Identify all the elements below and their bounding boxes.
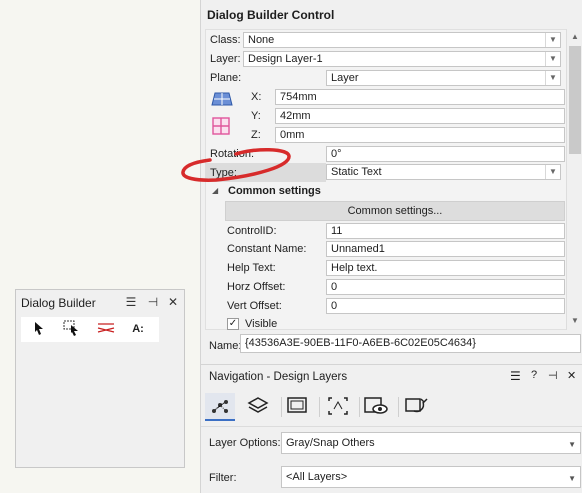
help-icon[interactable]: ? — [531, 369, 537, 381]
type-value: Static Text — [331, 166, 382, 178]
layer-dropdown[interactable]: Design Layer-1 ▼ — [243, 51, 561, 67]
class-value: None — [248, 34, 275, 46]
divider — [201, 364, 582, 365]
chevron-down-icon: ▼ — [545, 165, 560, 179]
divider — [398, 397, 399, 417]
horz-offset-field[interactable]: 0 — [326, 279, 565, 295]
dbc-title: Dialog Builder Control — [207, 8, 335, 22]
tab-connections[interactable] — [205, 393, 235, 421]
constant-name-field[interactable]: Unnamed1 — [326, 241, 565, 257]
vert-offset-label: Vert Offset: — [227, 300, 282, 312]
layer-options-dropdown[interactable]: Gray/Snap Others ▼ — [281, 432, 581, 454]
mouse-select-tool-icon[interactable] — [61, 320, 83, 339]
divider — [359, 397, 360, 417]
navigation-title: Navigation - Design Layers — [209, 371, 348, 383]
class-label: Class: — [210, 34, 241, 46]
close-icon[interactable]: ✕ — [567, 369, 576, 382]
text-tool-icon[interactable]: A: — [127, 320, 149, 339]
name-label: Name: — [209, 340, 242, 352]
tool-strip: A: — [21, 317, 159, 342]
plane-label: Plane: — [210, 72, 242, 84]
properties-scrollbar[interactable]: ▲ ▼ — [566, 29, 582, 330]
line-tool-icon[interactable] — [95, 320, 117, 339]
scroll-thumb[interactable] — [569, 46, 581, 154]
chevron-down-icon: ▼ — [545, 33, 560, 47]
chevron-down-icon: ▼ — [545, 71, 560, 85]
name-field[interactable]: {43536A3E-90EB-11F0-A6EB-6C02E05C4634} — [240, 334, 581, 353]
pointer-tool-icon[interactable] — [29, 320, 51, 339]
divider — [319, 397, 320, 417]
x-field[interactable]: 754mm — [275, 89, 565, 105]
visible-checkbox[interactable]: ✓ — [227, 318, 239, 330]
plane-value: Layer — [331, 72, 359, 84]
x-label: X: — [251, 91, 262, 103]
controlid-label: ControlID: — [227, 225, 277, 237]
controlid-field[interactable]: 11 — [326, 223, 565, 239]
y-label: Y: — [251, 110, 261, 122]
z-label: Z: — [251, 129, 261, 141]
red-annotation-mark — [181, 148, 291, 182]
right-panel: Dialog Builder Control Class: None ▼ Lay… — [200, 0, 582, 493]
filter-label: Filter: — [209, 472, 237, 484]
common-settings-button[interactable]: Common settings... — [225, 201, 565, 221]
dialog-builder-palette: Dialog Builder ☰ ⊣ ✕ A: — [15, 289, 185, 468]
refresh-icon[interactable] — [404, 396, 428, 419]
layer-label: Layer: — [210, 53, 241, 65]
visibility-icon[interactable] — [364, 396, 388, 419]
close-icon[interactable]: ✕ — [166, 295, 180, 309]
plane-dropdown[interactable]: Layer ▼ — [326, 70, 561, 86]
type-dropdown[interactable]: Static Text ▼ — [326, 164, 561, 180]
visible-label: Visible — [245, 318, 278, 330]
menu-icon[interactable]: ☰ — [124, 295, 138, 309]
help-text-label: Help Text: — [227, 262, 276, 274]
constant-name-label: Constant Name: — [227, 243, 307, 255]
connections-icon — [212, 400, 228, 413]
chevron-down-icon: ▼ — [568, 474, 576, 483]
layer-value: Design Layer-1 — [248, 53, 323, 65]
sheet-icon[interactable] — [286, 396, 308, 419]
help-text-field[interactable]: Help text. — [326, 260, 565, 276]
position-grid-icon[interactable] — [212, 117, 230, 138]
horz-offset-label: Horz Offset: — [227, 281, 286, 293]
pin-icon[interactable]: ⊣ — [146, 295, 160, 309]
divider — [281, 397, 282, 417]
y-field[interactable]: 42mm — [275, 108, 565, 124]
crop-icon[interactable] — [327, 396, 349, 419]
plane-view-icon[interactable] — [211, 92, 233, 109]
class-dropdown[interactable]: None ▼ — [243, 32, 561, 48]
rotation-field[interactable]: 0° — [326, 146, 565, 162]
scroll-up-icon[interactable]: ▲ — [568, 30, 582, 44]
divider — [201, 426, 582, 427]
layer-options-label: Layer Options: — [209, 437, 281, 449]
layer-options-value: Gray/Snap Others — [286, 437, 375, 449]
palette-title: Dialog Builder — [21, 296, 96, 310]
filter-value: <All Layers> — [286, 471, 348, 483]
vert-offset-field[interactable]: 0 — [326, 298, 565, 314]
filter-dropdown[interactable]: <All Layers> ▼ — [281, 466, 581, 488]
menu-icon[interactable]: ☰ — [510, 369, 521, 383]
chevron-down-icon: ▼ — [568, 440, 576, 449]
pin-icon[interactable]: ⊣ — [548, 369, 558, 382]
layers-icon[interactable] — [247, 396, 269, 419]
chevron-down-icon: ▼ — [545, 52, 560, 66]
scroll-down-icon[interactable]: ▼ — [568, 314, 582, 328]
z-field[interactable]: 0mm — [275, 127, 565, 143]
